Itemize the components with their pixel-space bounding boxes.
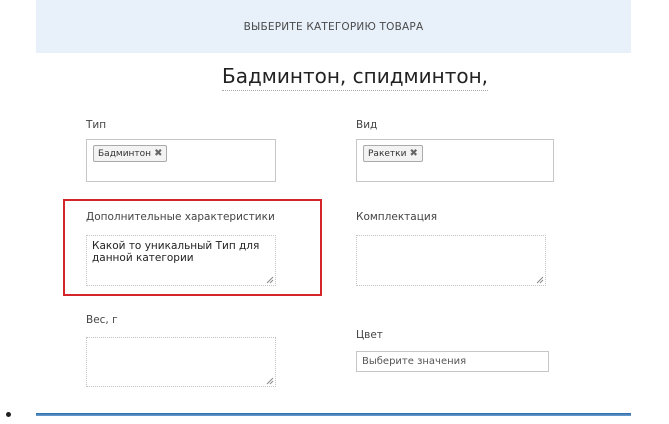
kind-tag-input[interactable]: Ракетки ✖ (356, 139, 554, 182)
kind-tag-label: Ракетки (368, 148, 407, 159)
type-tag: Бадминтон ✖ (93, 145, 168, 162)
extra-label: Дополнительные характеристики (86, 211, 275, 223)
color-select-placeholder: Выберите значения (362, 356, 467, 367)
weight-label: Вес, г (86, 314, 118, 326)
kit-label: Комплектация (356, 211, 438, 223)
category-title: Бадминтон, спидминтон, (222, 62, 488, 91)
type-tag-label: Бадминтон (98, 148, 152, 159)
resize-handle-icon[interactable] (266, 276, 274, 284)
type-tag-input[interactable]: Бадминтон ✖ (86, 139, 276, 182)
bottom-bar (36, 413, 631, 416)
remove-tag-icon[interactable]: ✖ (409, 147, 417, 161)
category-header: ВЫБЕРИТЕ КАТЕГОРИЮ ТОВАРА (36, 0, 631, 53)
remove-tag-icon[interactable]: ✖ (154, 147, 162, 161)
extra-textarea[interactable]: Какой то уникальный Тип для данной катег… (86, 235, 276, 286)
resize-handle-icon[interactable] (536, 276, 544, 284)
resize-handle-icon[interactable] (266, 377, 274, 385)
weight-textarea[interactable] (86, 337, 276, 387)
kit-textarea[interactable] (356, 235, 546, 286)
kind-tag: Ракетки ✖ (363, 145, 423, 162)
extra-textarea-value: Какой то уникальный Тип для данной катег… (92, 240, 260, 264)
type-label: Тип (86, 119, 107, 131)
color-label: Цвет (356, 329, 383, 341)
color-select[interactable]: Выберите значения (356, 351, 549, 372)
category-header-title: ВЫБЕРИТЕ КАТЕГОРИЮ ТОВАРА (243, 20, 424, 33)
kind-label: Вид (356, 119, 378, 131)
list-bullet (6, 412, 11, 417)
